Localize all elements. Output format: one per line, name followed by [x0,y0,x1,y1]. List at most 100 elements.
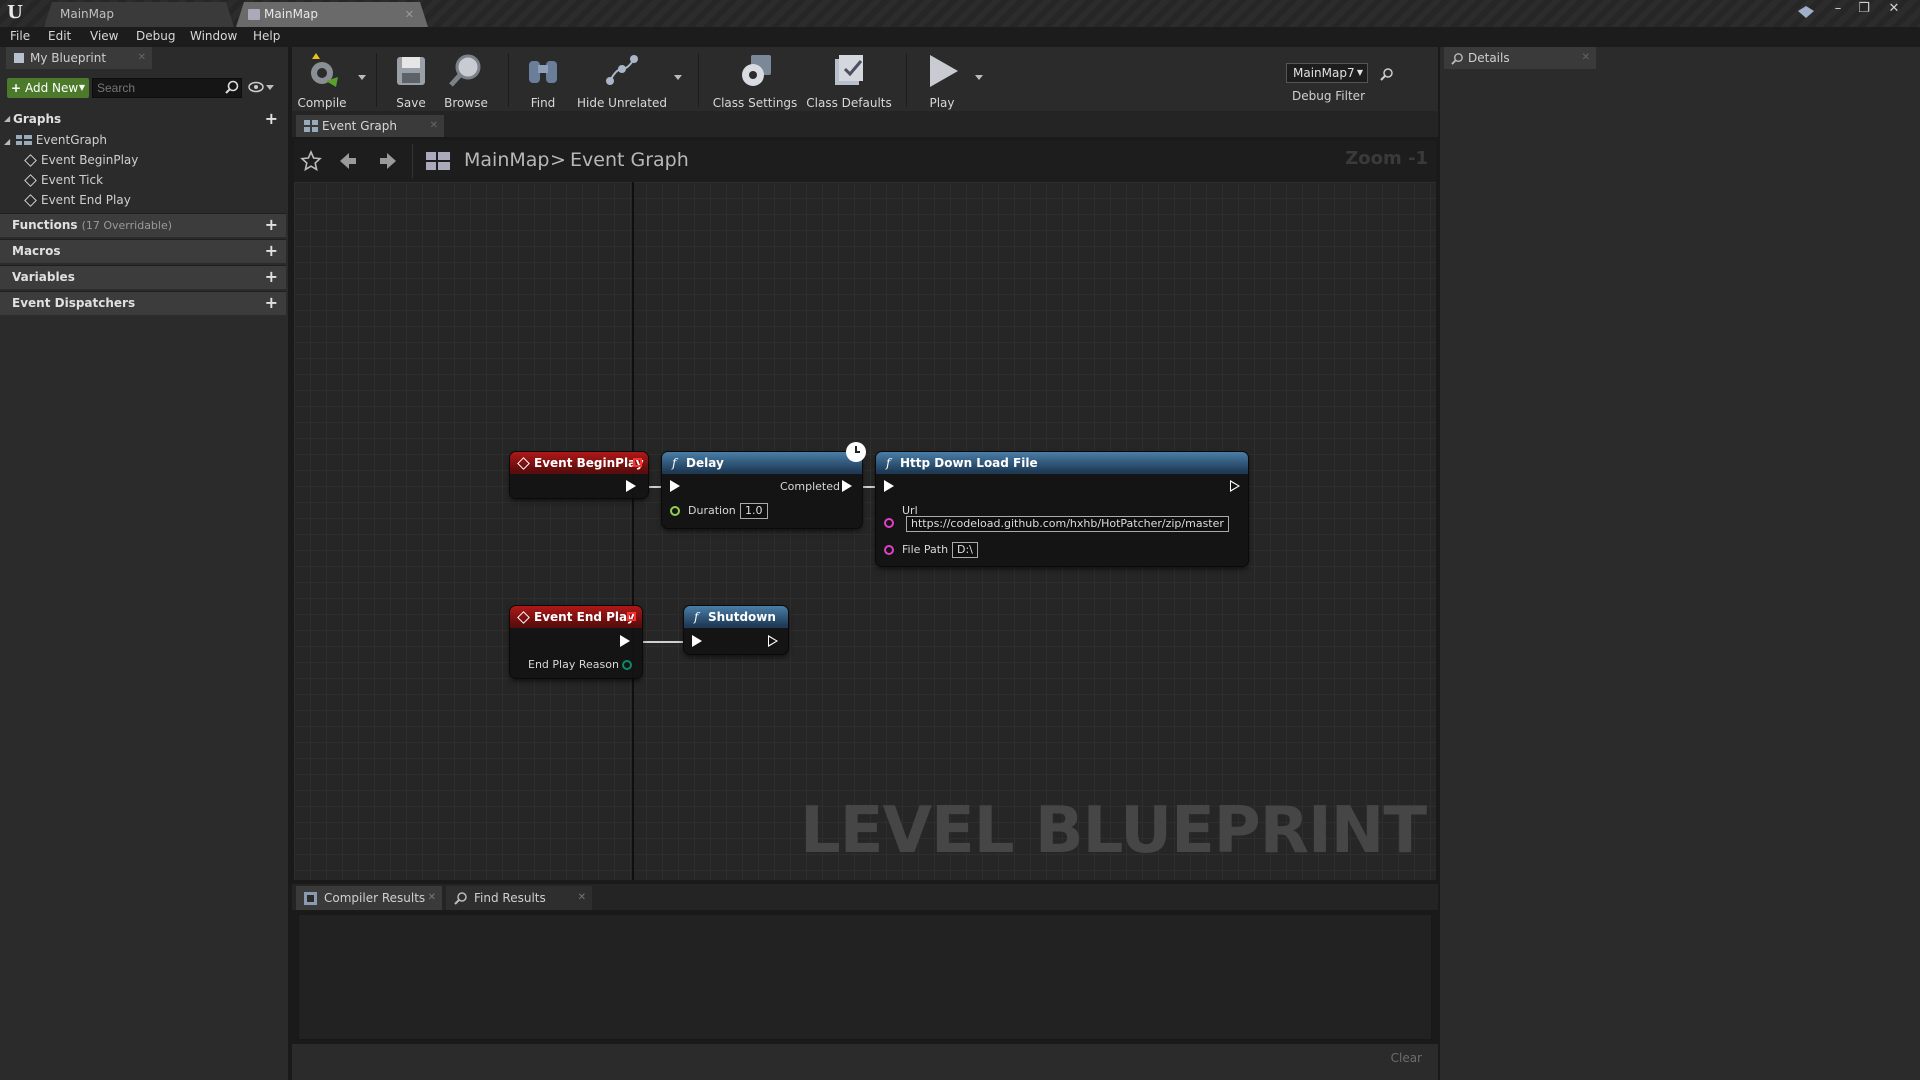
class-settings-button[interactable]: Class Settings [710,51,800,110]
find-results-tab[interactable]: Find Results ✕ [446,886,592,910]
exec-out-pin[interactable] [1230,480,1240,492]
tree-item-event-tick[interactable]: Event Tick [24,173,104,187]
play-options-chevron-icon[interactable] [975,75,983,80]
visibility-options-icon[interactable] [248,81,274,93]
event-icon [517,611,530,624]
notification-icon[interactable] [1797,5,1815,19]
url-string-pin[interactable] [884,518,894,528]
node-http-download-file[interactable]: f Http Down Load File Url https://codelo… [876,452,1248,566]
completed-exec-out-pin[interactable] [842,480,852,492]
duration-float-pin[interactable] [670,506,680,516]
find-results-search-icon [454,892,467,905]
macros-section[interactable]: Macros + [0,239,286,263]
filepath-pin-label: File Path [902,543,949,556]
document-tab-mainmap-1[interactable]: MainMap [44,2,234,27]
menu-edit[interactable]: Edit [48,29,71,43]
delegate-pin-icon[interactable] [627,612,636,621]
chevron-down-icon: ▼ [1356,68,1363,77]
close-tab-icon[interactable]: ✕ [578,886,586,910]
close-tab-icon[interactable]: ✕ [1582,47,1590,69]
add-event-dispatcher-button[interactable]: + [265,293,278,312]
search-icon[interactable] [225,80,239,94]
save-icon [397,57,425,85]
close-tab-icon[interactable]: ✕ [138,47,146,69]
add-new-button[interactable]: + Add New ▼ [7,78,89,98]
menu-file[interactable]: File [10,29,30,43]
hide-unrelated-options-chevron-icon[interactable] [674,75,682,80]
tree-item-event-end-play[interactable]: Event End Play [24,193,131,207]
compile-button[interactable]: Compile [292,51,352,110]
variables-section[interactable]: Variables + [0,265,286,289]
exec-out-pin[interactable] [620,635,630,647]
compile-gear-icon [311,53,338,87]
favorite-star-icon[interactable] [300,150,322,172]
add-variable-button[interactable]: + [265,267,278,286]
exec-out-pin[interactable] [768,635,778,647]
completed-pin-label: Completed [780,480,840,493]
functions-section-label: Functions (17 Overridable) [12,218,173,232]
close-tab-icon[interactable]: ✕ [428,886,436,910]
functions-section[interactable]: Functions (17 Overridable) + [0,213,286,237]
debug-search-icon[interactable] [1380,67,1394,81]
menu-view[interactable]: View [90,29,118,43]
url-value-input[interactable]: https://codeload.github.com/hxhb/HotPatc… [906,516,1229,532]
node-event-end-play[interactable]: Event End Play End Play Reason [510,606,642,678]
exec-in-pin[interactable] [670,480,680,492]
graphs-section[interactable]: ◢ Graphs + [0,108,286,132]
class-defaults-button[interactable]: Class Defaults [804,51,894,110]
tree-item-event-beginplay[interactable]: Event BeginPlay [24,153,138,167]
node-title: Event End Play [534,610,635,624]
play-button[interactable]: Play [916,51,968,110]
my-blueprint-tab[interactable]: My Blueprint ✕ [6,47,152,69]
event-dispatchers-section[interactable]: Event Dispatchers + [0,291,286,315]
compile-options-chevron-icon[interactable] [358,75,366,80]
add-graph-button[interactable]: + [265,109,278,128]
browse-button[interactable]: Browse [440,51,492,110]
details-tab[interactable]: Details ✕ [1444,47,1596,69]
save-button[interactable]: Save [388,51,434,110]
breadcrumb-event-graph[interactable]: Event Graph [570,149,689,171]
filepath-string-pin[interactable] [884,545,894,555]
find-button[interactable]: Find [518,51,568,110]
compiler-results-log[interactable] [298,914,1432,1040]
close-window-button[interactable]: ✕ [1882,1,1906,17]
node-delay[interactable]: f Delay Completed Duration 1.0 [662,452,862,528]
menu-window[interactable]: Window [190,29,237,43]
add-macro-button[interactable]: + [265,241,278,260]
close-tab-icon[interactable]: ✕ [405,2,414,27]
exec-wire [862,486,876,488]
exec-in-pin[interactable] [692,635,702,647]
find-binoculars-icon [529,61,557,83]
class-settings-label: Class Settings [712,96,798,110]
debug-object-select[interactable]: MainMap7 ▼ [1286,63,1368,83]
maximize-button[interactable]: ❐ [1852,1,1876,17]
event-graph-canvas[interactable]: LEVEL BLUEPRINT Event BeginPlay f Delay … [294,182,1436,880]
delegate-pin-icon[interactable] [633,458,642,467]
breadcrumb-mainmap[interactable]: MainMap [464,149,549,171]
back-arrow-icon[interactable] [338,151,358,171]
exec-out-pin[interactable] [626,480,636,492]
duration-value-input[interactable]: 1.0 [740,503,768,519]
hide-unrelated-button[interactable]: Hide Unrelated [572,51,672,110]
clear-button[interactable]: Clear [1391,1051,1422,1065]
end-play-reason-enum-pin[interactable] [622,660,632,670]
tree-item-label: Event Tick [41,173,104,187]
search-input[interactable] [92,78,242,98]
close-tab-icon[interactable]: ✕ [430,115,438,137]
menu-help[interactable]: Help [253,29,280,43]
menu-debug[interactable]: Debug [136,29,175,43]
forward-arrow-icon[interactable] [378,151,398,171]
exec-in-pin[interactable] [884,480,894,492]
browse-magnifier-icon [449,54,481,87]
node-header: Event End Play [510,606,642,628]
compiler-results-tab[interactable]: Compiler Results ✕ [296,886,442,910]
document-tab-mainmap-2[interactable]: MainMap ✕ [236,2,428,27]
node-shutdown[interactable]: f Shutdown [684,606,788,654]
node-event-beginplay[interactable]: Event BeginPlay [510,452,648,498]
tree-item-eventgraph[interactable]: ◢ EventGraph [4,133,107,147]
minimize-button[interactable]: – [1826,1,1850,17]
event-graph-tab[interactable]: Event Graph ✕ [296,115,444,137]
add-function-button[interactable]: + [265,215,278,234]
filepath-value-input[interactable]: D:\ [952,542,978,558]
variables-section-label: Variables [12,270,75,284]
